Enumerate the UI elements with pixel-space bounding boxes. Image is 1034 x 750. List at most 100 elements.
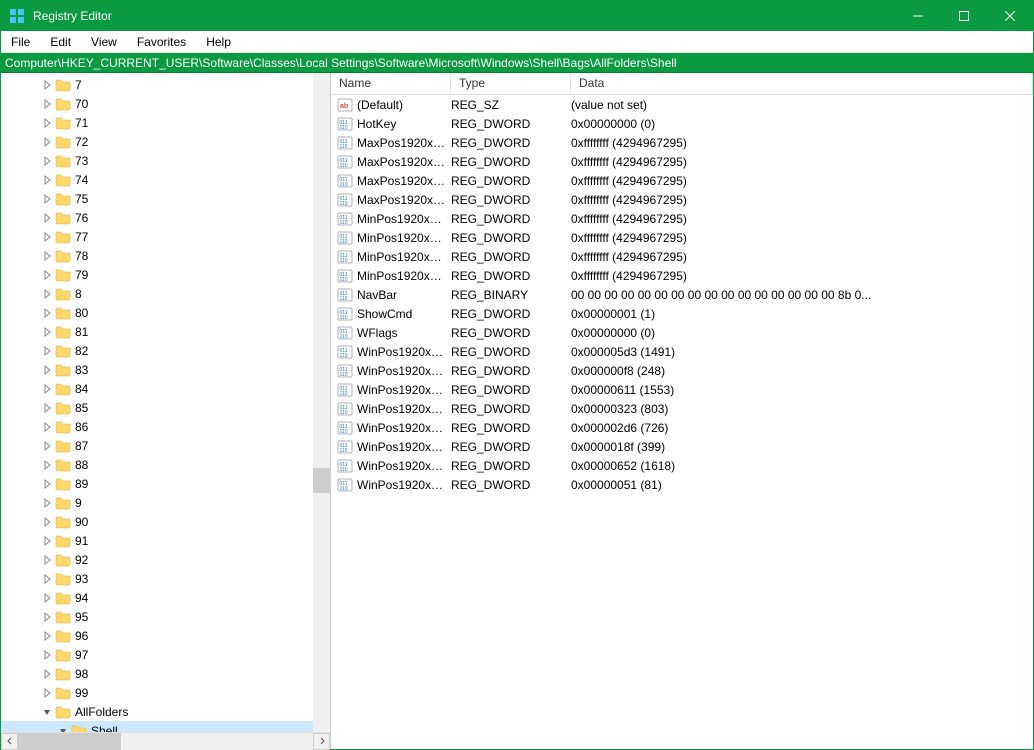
scrollbar-thumb[interactable] (18, 733, 121, 750)
tree-item[interactable]: 91 (1, 531, 330, 550)
chevron-right-icon[interactable] (39, 590, 55, 606)
chevron-right-icon[interactable] (39, 134, 55, 150)
menu-item-view[interactable]: View (81, 33, 127, 51)
chevron-right-icon[interactable] (39, 609, 55, 625)
chevron-right-icon[interactable] (39, 229, 55, 245)
tree-item[interactable]: 94 (1, 588, 330, 607)
tree-item[interactable]: 80 (1, 303, 330, 322)
chevron-right-icon[interactable] (39, 666, 55, 682)
value-row[interactable]: 011110MaxPos1920x10...REG_DWORD0xfffffff… (331, 133, 1033, 152)
value-row[interactable]: 011110WinPos1920x108...REG_DWORD0x000002… (331, 418, 1033, 437)
tree-item[interactable]: 70 (1, 94, 330, 113)
column-header-type[interactable]: Type (451, 73, 571, 94)
tree-item[interactable]: 74 (1, 170, 330, 189)
chevron-down-icon[interactable] (55, 723, 71, 733)
tree-item[interactable]: 8 (1, 284, 330, 303)
chevron-right-icon[interactable] (39, 77, 55, 93)
tree-item[interactable]: 72 (1, 132, 330, 151)
chevron-right-icon[interactable] (39, 476, 55, 492)
chevron-right-icon[interactable] (39, 153, 55, 169)
tree-item[interactable]: 97 (1, 645, 330, 664)
tree-vertical-scrollbar[interactable] (313, 73, 330, 732)
tree-item[interactable]: 9 (1, 493, 330, 512)
chevron-right-icon[interactable] (39, 647, 55, 663)
scroll-right-button[interactable] (313, 733, 330, 750)
tree-item[interactable]: 7 (1, 75, 330, 94)
value-row[interactable]: 011110WinPos1920x108...REG_DWORD0x000005… (331, 342, 1033, 361)
close-button[interactable] (987, 1, 1033, 31)
tree-item[interactable]: 87 (1, 436, 330, 455)
chevron-right-icon[interactable] (39, 400, 55, 416)
chevron-right-icon[interactable] (39, 305, 55, 321)
value-row[interactable]: 011110MaxPos1920x10...REG_DWORD0xfffffff… (331, 171, 1033, 190)
tree-item[interactable]: 73 (1, 151, 330, 170)
tree-item[interactable]: 82 (1, 341, 330, 360)
tree-item[interactable]: 88 (1, 455, 330, 474)
tree-item[interactable]: 79 (1, 265, 330, 284)
value-row[interactable]: 011110MinPos1920x108...REG_DWORD0xffffff… (331, 247, 1033, 266)
chevron-right-icon[interactable] (39, 96, 55, 112)
value-row[interactable]: 011110WinPos1920x108...REG_DWORD0x000000… (331, 361, 1033, 380)
tree-item[interactable]: 95 (1, 607, 330, 626)
chevron-right-icon[interactable] (39, 457, 55, 473)
tree-item[interactable]: 96 (1, 626, 330, 645)
tree-item[interactable]: 92 (1, 550, 330, 569)
value-row[interactable]: 011110WinPos1920x108...REG_DWORD0x000001… (331, 437, 1033, 456)
chevron-right-icon[interactable] (39, 685, 55, 701)
scrollbar-track[interactable] (18, 733, 313, 750)
chevron-right-icon[interactable] (39, 533, 55, 549)
tree-item[interactable]: 90 (1, 512, 330, 531)
tree-item[interactable]: AllFolders (1, 702, 330, 721)
chevron-right-icon[interactable] (39, 267, 55, 283)
value-row[interactable]: 011110WinPos1920x108...REG_DWORD0x000000… (331, 475, 1033, 494)
tree-horizontal-scrollbar[interactable] (1, 732, 330, 749)
minimize-button[interactable] (895, 1, 941, 31)
tree-item[interactable]: 85 (1, 398, 330, 417)
column-header-data[interactable]: Data (571, 73, 1033, 94)
chevron-right-icon[interactable] (39, 571, 55, 587)
scrollbar-thumb[interactable] (313, 468, 330, 493)
chevron-right-icon[interactable] (39, 438, 55, 454)
tree-item[interactable]: 93 (1, 569, 330, 588)
menu-item-favorites[interactable]: Favorites (127, 33, 196, 51)
value-row[interactable]: ab(Default)REG_SZ(value not set) (331, 95, 1033, 114)
chevron-right-icon[interactable] (39, 495, 55, 511)
tree-item[interactable]: 81 (1, 322, 330, 341)
chevron-right-icon[interactable] (39, 248, 55, 264)
value-row[interactable]: 011110MinPos1920x108...REG_DWORD0xffffff… (331, 228, 1033, 247)
menu-item-edit[interactable]: Edit (40, 33, 81, 51)
value-row[interactable]: 011110WinPos1920x108...REG_DWORD0x000003… (331, 399, 1033, 418)
chevron-right-icon[interactable] (39, 210, 55, 226)
chevron-down-icon[interactable] (39, 704, 55, 720)
value-row[interactable]: 011110MinPos1920x108...REG_DWORD0xffffff… (331, 266, 1033, 285)
chevron-right-icon[interactable] (39, 552, 55, 568)
tree-item[interactable]: 77 (1, 227, 330, 246)
chevron-right-icon[interactable] (39, 514, 55, 530)
chevron-right-icon[interactable] (39, 381, 55, 397)
tree-item[interactable]: 76 (1, 208, 330, 227)
tree-item[interactable]: Shell (1, 721, 330, 732)
values-list[interactable]: ab(Default)REG_SZ(value not set)011110Ho… (331, 95, 1033, 749)
value-row[interactable]: 011110HotKeyREG_DWORD0x00000000 (0) (331, 114, 1033, 133)
tree-item[interactable]: 86 (1, 417, 330, 436)
tree-item[interactable]: 99 (1, 683, 330, 702)
menu-item-help[interactable]: Help (196, 33, 241, 51)
tree-item[interactable]: 89 (1, 474, 330, 493)
value-row[interactable]: 011110MaxPos1920x10...REG_DWORD0xfffffff… (331, 152, 1033, 171)
titlebar[interactable]: Registry Editor (1, 1, 1033, 31)
column-header-name[interactable]: Name (331, 73, 451, 94)
tree-item[interactable]: 78 (1, 246, 330, 265)
value-row[interactable]: 011110NavBarREG_BINARY00 00 00 00 00 00 … (331, 285, 1033, 304)
tree-item[interactable]: 84 (1, 379, 330, 398)
value-row[interactable]: 011110ShowCmdREG_DWORD0x00000001 (1) (331, 304, 1033, 323)
chevron-right-icon[interactable] (39, 191, 55, 207)
address-bar[interactable]: Computer\HKEY_CURRENT_USER\Software\Clas… (1, 53, 1033, 73)
value-row[interactable]: 011110MaxPos1920x10...REG_DWORD0xfffffff… (331, 190, 1033, 209)
scroll-left-button[interactable] (1, 733, 18, 750)
chevron-right-icon[interactable] (39, 343, 55, 359)
chevron-right-icon[interactable] (39, 286, 55, 302)
chevron-right-icon[interactable] (39, 628, 55, 644)
tree-item[interactable]: 75 (1, 189, 330, 208)
chevron-right-icon[interactable] (39, 324, 55, 340)
tree-item[interactable]: 98 (1, 664, 330, 683)
